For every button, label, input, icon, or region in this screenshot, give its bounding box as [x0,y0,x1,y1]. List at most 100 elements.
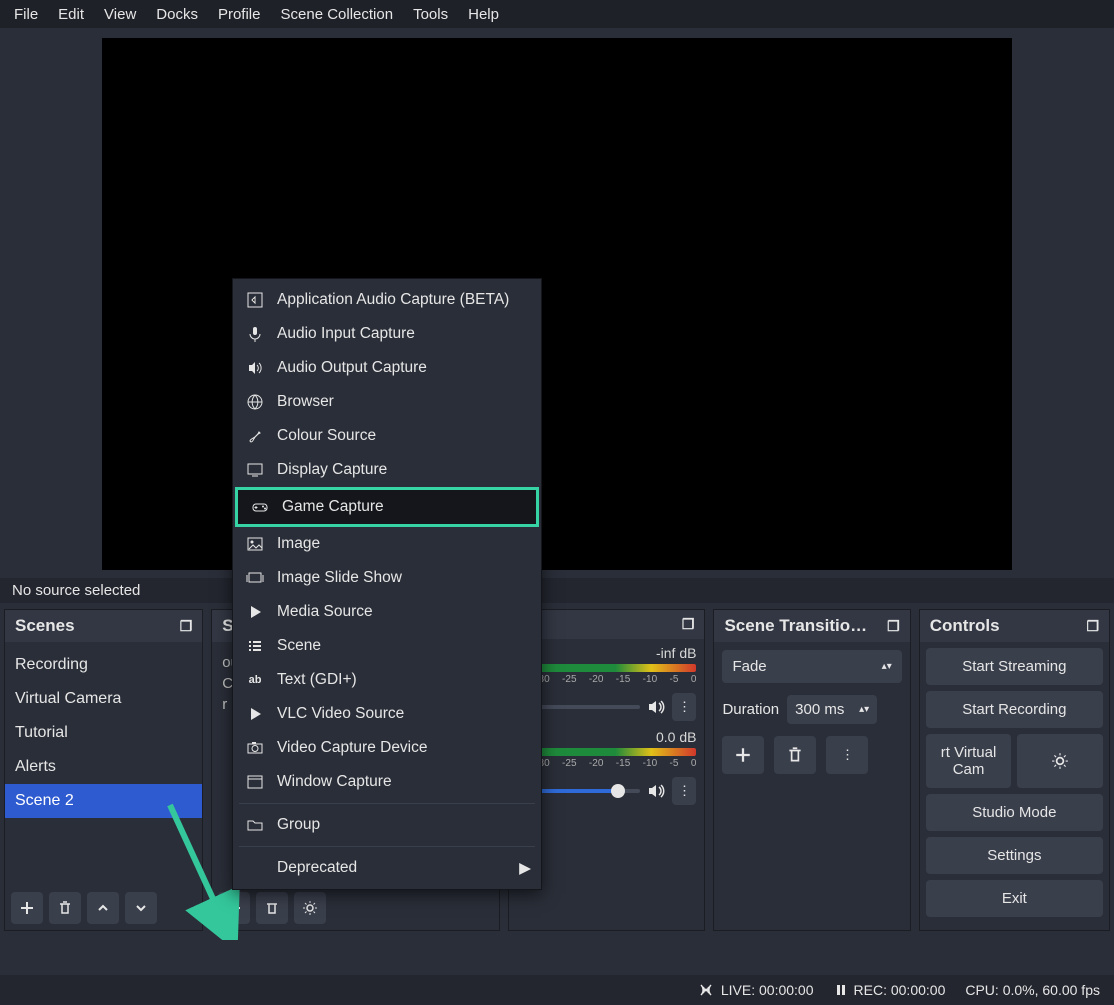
source-game-capture[interactable]: Game Capture [235,487,539,527]
play-icon [245,704,265,724]
meter-bar [517,748,696,756]
select-spinner-icon: ▴▾ [882,664,892,670]
popout-icon[interactable]: ❐ [1086,618,1099,635]
mic-icon [245,324,265,344]
scene-item-alerts[interactable]: Alerts [5,750,202,784]
controls-dock: Controls ❐ Start Streaming Start Recordi… [919,609,1110,931]
trash-icon [264,900,280,916]
menu-help[interactable]: Help [458,2,509,27]
scene-list[interactable]: Recording Virtual Camera Tutorial Alerts… [5,642,202,886]
meter-bar [517,664,696,672]
plus-icon [734,746,752,764]
menu-docks[interactable]: Docks [146,2,208,27]
start-recording-button[interactable]: Start Recording [926,691,1103,728]
source-app-audio-capture[interactable]: Application Audio Capture (BETA) [233,283,541,317]
menu-tools[interactable]: Tools [403,2,458,27]
source-vlc-video-source[interactable]: VLC Video Source [233,697,541,731]
add-transition-button[interactable] [722,736,764,774]
list-icon [245,636,265,656]
chevron-up-icon [96,901,110,915]
menu-label: Colour Source [277,427,376,445]
scene-item-tutorial[interactable]: Tutorial [5,716,202,750]
brush-icon [245,426,265,446]
track-options-button[interactable]: ⋮ [672,693,696,721]
source-audio-input-capture[interactable]: Audio Input Capture [233,317,541,351]
scene-item-recording[interactable]: Recording [5,648,202,682]
remove-scene-button[interactable] [49,892,81,924]
source-window-capture[interactable]: Window Capture [233,765,541,799]
no-source-label: No source selected [12,582,140,599]
source-group[interactable]: Group [233,808,541,842]
source-scene[interactable]: Scene [233,629,541,663]
popout-icon[interactable]: ❐ [887,618,900,635]
slideshow-icon [245,568,265,588]
source-text-gdi[interactable]: ab Text (GDI+) [233,663,541,697]
speaker-icon[interactable] [646,781,666,801]
transition-select[interactable]: Fade ▴▾ [722,650,901,683]
controls-title: Controls [930,616,1000,636]
add-source-context-menu: Application Audio Capture (BETA) Audio I… [232,278,542,890]
meter-ticks: 5-30-25-20-15-10-50 [517,758,696,769]
source-colour-source[interactable]: Colour Source [233,419,541,453]
popout-icon[interactable]: ❐ [180,618,193,635]
move-scene-up-button[interactable] [87,892,119,924]
move-scene-down-button[interactable] [125,892,157,924]
virtual-cam-settings-button[interactable] [1017,734,1103,788]
transitions-dock: Scene Transitio… ❐ Fade ▴▾ Duration 300 … [713,609,910,931]
studio-mode-button[interactable]: Studio Mode [926,794,1103,831]
track-options-button[interactable]: ⋮ [672,777,696,805]
plus-icon [19,900,35,916]
menu-label: Game Capture [282,498,384,516]
rec-status: REC: 00:00:00 [834,982,946,998]
add-scene-button[interactable] [11,892,43,924]
menu-label: Audio Output Capture [277,359,427,377]
source-display-capture[interactable]: Display Capture [233,453,541,487]
source-toolbar: No source selected [0,578,1114,603]
menu-view[interactable]: View [94,2,146,27]
spinner-icon[interactable]: ▴▾ [859,707,869,713]
menu-label: Deprecated [277,859,357,877]
remove-transition-button[interactable] [774,736,816,774]
menu-separator [239,846,535,847]
menu-scene-collection[interactable]: Scene Collection [271,2,404,27]
folder-icon [245,815,265,835]
menu-label: Image Slide Show [277,569,402,587]
speaker-icon[interactable] [646,697,666,717]
menu-profile[interactable]: Profile [208,2,271,27]
menu-label: Audio Input Capture [277,325,415,343]
pause-icon [834,983,848,997]
scene-item-scene2[interactable]: Scene 2 [5,784,202,818]
stream-status: LIVE: 00:00:00 [697,981,814,999]
settings-button[interactable]: Settings [926,837,1103,874]
source-audio-output-capture[interactable]: Audio Output Capture [233,351,541,385]
transitions-title: Scene Transitio… [724,616,867,636]
menu-label: Video Capture Device [277,739,428,757]
menu-label: Image [277,535,320,553]
virtual-cam-button[interactable]: rt Virtual Cam [926,734,1012,788]
source-media-source[interactable]: Media Source [233,595,541,629]
exit-button[interactable]: Exit [926,880,1103,917]
add-source-button[interactable] [218,892,250,924]
start-streaming-button[interactable]: Start Streaming [926,648,1103,685]
source-video-capture-device[interactable]: Video Capture Device [233,731,541,765]
speaker-icon [245,358,265,378]
text-icon: ab [245,670,265,690]
menu-label: VLC Video Source [277,705,404,723]
source-browser[interactable]: Browser [233,385,541,419]
menu-file[interactable]: File [4,2,48,27]
popout-icon[interactable]: ❐ [682,616,695,633]
menu-edit[interactable]: Edit [48,2,94,27]
menu-label: Display Capture [277,461,387,479]
source-deprecated-submenu[interactable]: Deprecated ▶ [233,851,541,885]
transition-properties-button[interactable]: ⋮ [826,736,868,774]
trash-icon [57,900,73,916]
scenes-title: Scenes [15,616,75,636]
remove-source-button[interactable] [256,892,288,924]
source-image-slide-show[interactable]: Image Slide Show [233,561,541,595]
source-image[interactable]: Image [233,527,541,561]
source-properties-button[interactable] [294,892,326,924]
globe-icon [245,392,265,412]
menu-separator [239,803,535,804]
scene-item-virtual-camera[interactable]: Virtual Camera [5,682,202,716]
duration-input[interactable]: 300 ms ▴▾ [787,695,877,724]
